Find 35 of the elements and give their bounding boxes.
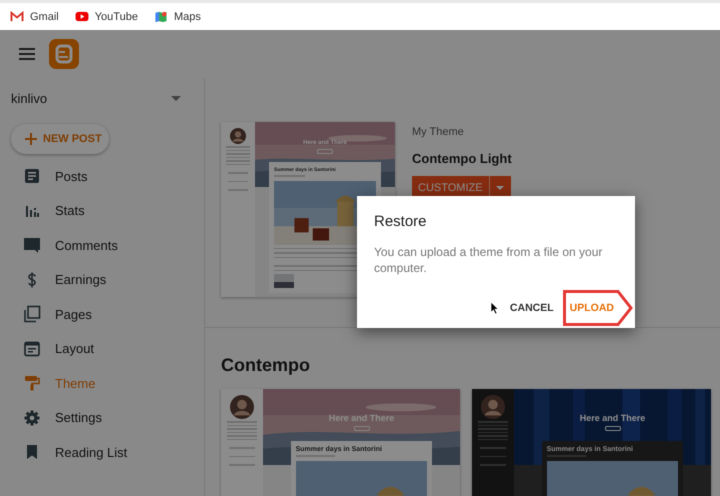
- map-icon: [154, 10, 168, 22]
- blog-selector[interactable]: kinlivo: [0, 78, 204, 118]
- caret-icon: [171, 96, 181, 100]
- nav-item[interactable]: Posts: [0, 158, 204, 194]
- menu-icon[interactable]: [19, 48, 35, 60]
- dialog-button[interactable]: CANCEL: [506, 294, 557, 322]
- nav-item[interactable]: Reading List: [0, 434, 204, 470]
- nav-item[interactable]: Layout: [0, 331, 204, 366]
- play-icon: [74, 10, 89, 22]
- gear-icon: [23, 408, 41, 426]
- pages-icon: [23, 305, 41, 323]
- pill-button: [317, 149, 333, 154]
- cursor-icon: [491, 302, 499, 314]
- mail-icon: [10, 10, 24, 22]
- theme-caption: My Theme: [412, 126, 465, 138]
- avatar-icon: [230, 395, 254, 419]
- bookmark-link[interactable]: Gmail: [10, 10, 59, 22]
- bookmark-link[interactable]: Maps: [154, 10, 201, 22]
- caret-icon: [496, 186, 504, 190]
- nav-item[interactable]: Pages: [0, 296, 204, 332]
- bookmark-link[interactable]: YouTube: [74, 10, 138, 22]
- plus-icon: [25, 133, 37, 145]
- speech-bubble-icon: [23, 236, 41, 254]
- layout-icon: [23, 340, 41, 358]
- document-icon: [23, 167, 41, 185]
- nav-item[interactable]: Earnings: [0, 262, 204, 297]
- avatar-icon: [481, 395, 505, 419]
- section-title: Contempo: [221, 355, 311, 376]
- nav-item[interactable]: Settings: [0, 400, 204, 435]
- nav-item[interactable]: Stats: [0, 193, 204, 228]
- paint-roller-icon: [23, 374, 41, 392]
- nav-item[interactable]: Comments: [0, 228, 204, 262]
- theme-name: Contempo Light: [412, 151, 512, 166]
- avatar-icon: [230, 128, 246, 144]
- blog-name: kinlivo: [11, 90, 48, 106]
